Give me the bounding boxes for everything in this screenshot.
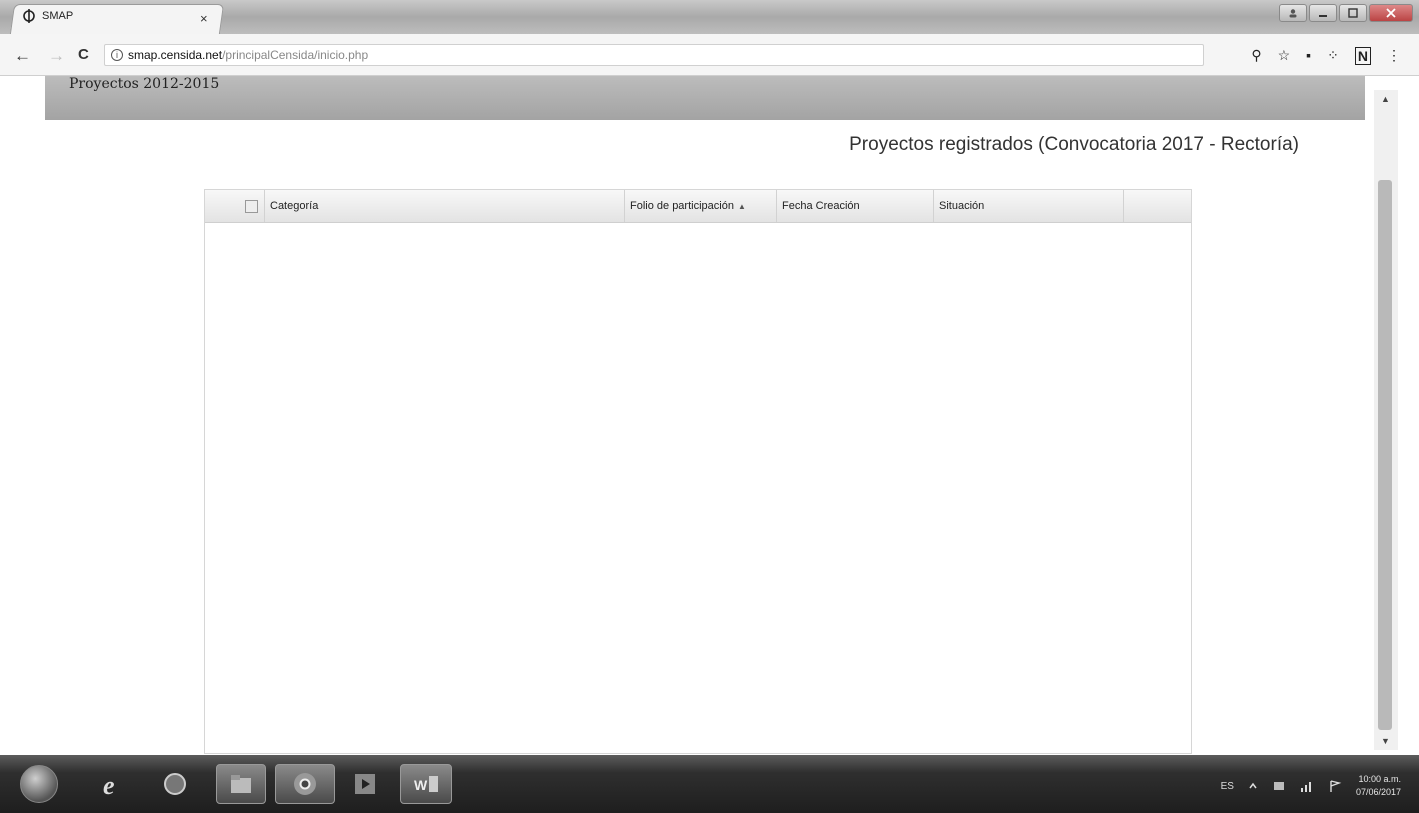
chrome-icon[interactable] [275, 764, 335, 804]
clock-date: 07/06/2017 [1355, 787, 1401, 797]
chrome-logo-icon [294, 773, 316, 795]
grid-header: Categoría Folio de participación ▲ Fecha… [205, 190, 1191, 223]
sort-ascending-icon: ▲ [737, 201, 746, 211]
globe-icon [164, 773, 186, 795]
clock-time: 10:00 a.m. [1358, 774, 1401, 784]
column-header-situacion[interactable]: Situación [934, 190, 1124, 222]
word-icon[interactable]: W [400, 764, 452, 804]
column-label: Fecha Creación [782, 200, 860, 212]
tab-content: SMAP [22, 9, 73, 23]
column-label: Categoría [270, 200, 319, 212]
reload-button[interactable]: C [78, 46, 89, 63]
column-label: Situación [939, 200, 985, 212]
star-icon[interactable]: ☆ [1278, 47, 1291, 65]
address-bar[interactable]: i smap.censida.net/principalCensida/inic… [104, 44, 1204, 66]
word-logo-icon: W [414, 776, 438, 793]
network-device-icon[interactable] [1272, 779, 1286, 793]
page-scrollbar[interactable]: ▲ ▼ [1374, 90, 1398, 750]
minimize-icon [1319, 15, 1327, 17]
select-all-checkbox[interactable] [245, 199, 258, 213]
show-hidden-icons-icon[interactable] [1248, 781, 1258, 791]
browser-title-bar: SMAP × [0, 0, 1419, 34]
smap-favicon-icon [23, 9, 35, 23]
back-button[interactable]: ← [14, 46, 31, 66]
scroll-up-icon[interactable]: ▲ [1381, 94, 1390, 104]
page-header-strip: Proyectos 2012-2015 [45, 76, 1365, 120]
file-explorer-icon[interactable] [216, 764, 266, 804]
onenote-icon[interactable]: N [1354, 47, 1371, 65]
scrollbar-thumb[interactable] [1378, 180, 1392, 730]
system-tray: ES 10:00 a.m. 07/06/2017 [1221, 773, 1401, 799]
svg-text:W: W [414, 777, 428, 793]
forward-button[interactable]: → [48, 46, 65, 66]
tab-close-icon[interactable]: × [200, 11, 208, 26]
start-button[interactable] [20, 765, 58, 803]
column-header-categoria[interactable]: Categoría [265, 190, 625, 222]
extension-icon[interactable]: ⁘ [1327, 47, 1339, 65]
projects-grid: Categoría Folio de participación ▲ Fecha… [204, 189, 1192, 754]
profile-button[interactable] [1279, 4, 1307, 22]
pdf-icon[interactable]: ▪ [1306, 47, 1311, 65]
info-icon[interactable]: i [111, 49, 123, 61]
language-indicator[interactable]: ES [1221, 781, 1234, 792]
select-all-column [205, 190, 265, 222]
browser-toolbar: ← → C i smap.censida.net/principalCensid… [0, 34, 1419, 76]
tab-title: SMAP [42, 10, 74, 22]
column-header-filler [1124, 190, 1191, 222]
minimize-button[interactable] [1309, 4, 1337, 22]
page-title: Proyectos registrados (Convocatoria 2017… [849, 134, 1299, 155]
signal-icon[interactable] [1300, 779, 1314, 793]
column-header-folio[interactable]: Folio de participación ▲ [625, 190, 777, 222]
folder-icon [231, 775, 251, 793]
url-path: /principalCensida/inicio.php [222, 48, 369, 62]
extension-icons: ⚲ ☆ ▪ ⁘ N ⋮ [1251, 47, 1401, 65]
action-center-flag-icon[interactable] [1328, 779, 1342, 793]
maximize-button[interactable] [1339, 4, 1367, 22]
key-icon[interactable]: ⚲ [1251, 47, 1261, 65]
window-controls [1279, 4, 1413, 22]
svg-text:e: e [103, 771, 115, 798]
projects-2012-2015-link[interactable]: Proyectos 2012-2015 [69, 76, 219, 92]
play-icon [355, 774, 375, 794]
internet-explorer-icon[interactable]: e [92, 764, 132, 804]
browser-icon[interactable] [155, 764, 195, 804]
clock[interactable]: 10:00 a.m. 07/06/2017 [1356, 773, 1401, 799]
column-label: Folio de participación [630, 200, 734, 212]
url-host: smap.censida.net [128, 48, 223, 62]
windows-taskbar: e W ES 10:00 a.m. 07/06/2017 [0, 755, 1419, 813]
close-icon [1386, 8, 1396, 18]
maximize-icon [1348, 8, 1358, 18]
scroll-down-icon[interactable]: ▼ [1381, 736, 1390, 746]
user-icon [1289, 9, 1297, 18]
menu-icon[interactable]: ⋮ [1387, 47, 1401, 65]
ie-logo-icon: e [103, 771, 115, 798]
grid-body [205, 223, 1191, 753]
media-player-icon[interactable] [345, 764, 385, 804]
column-header-fecha-creacion[interactable]: Fecha Creación [777, 190, 934, 222]
close-window-button[interactable] [1369, 4, 1413, 22]
